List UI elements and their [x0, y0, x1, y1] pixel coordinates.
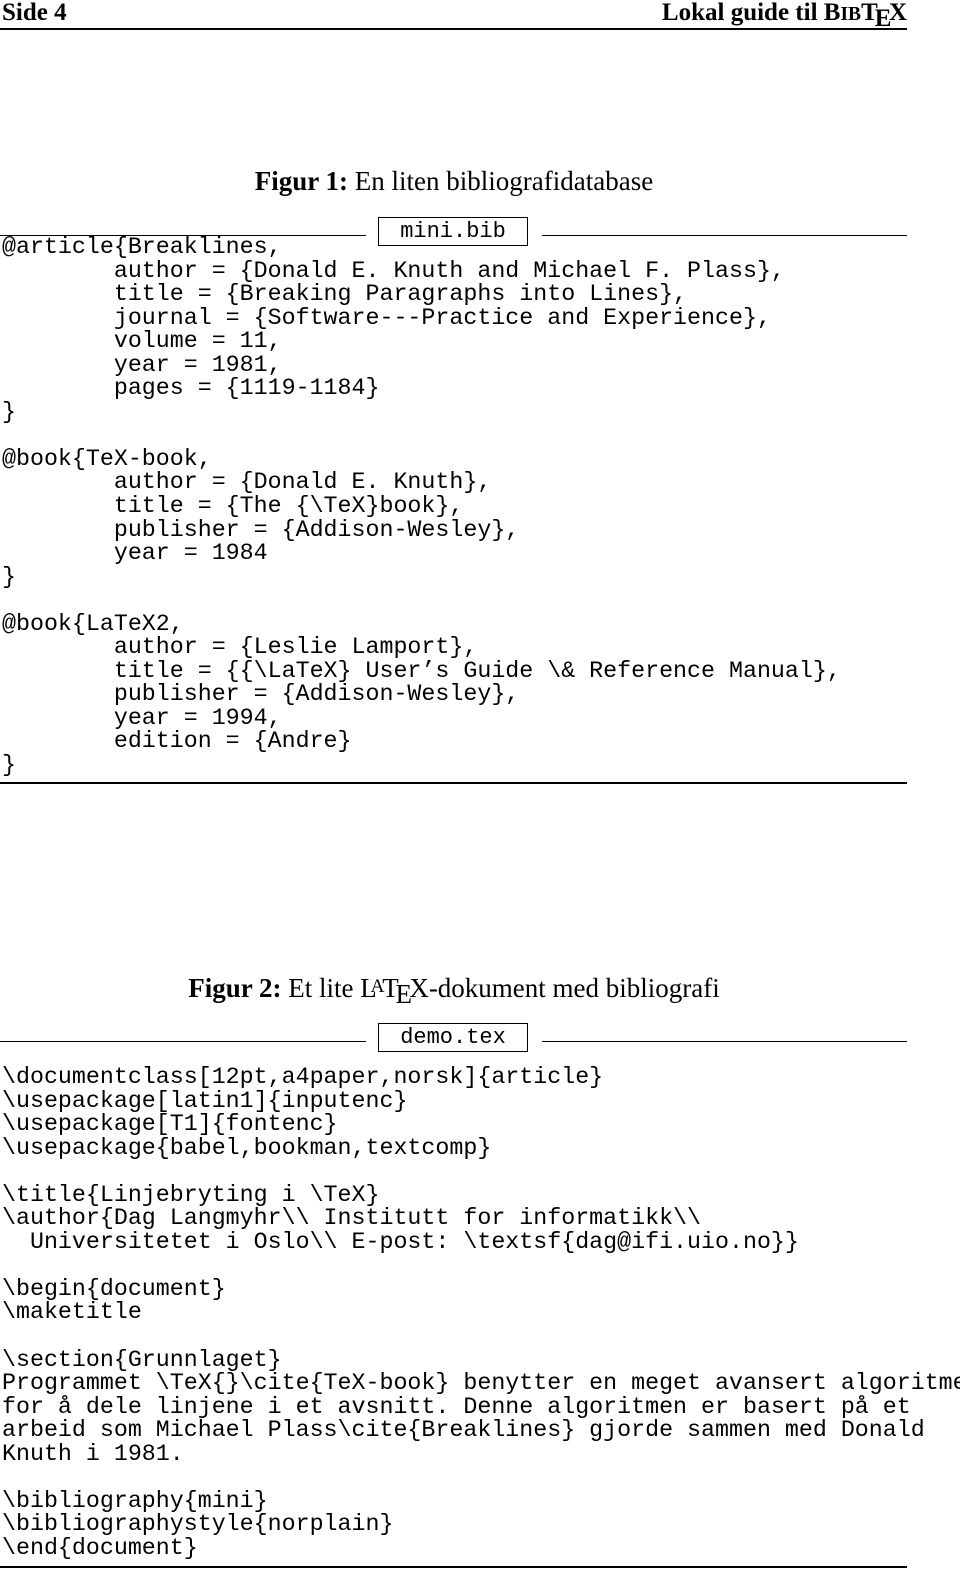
- code-line: @article{Breaklines,: [2, 234, 282, 260]
- figure2-bottom-rule: [0, 1566, 907, 1568]
- code-line: for å dele linjene i et avsnitt. Denne a…: [2, 1393, 911, 1420]
- code-line: \title{Linjebryting i \TeX}: [2, 1181, 380, 1208]
- code-line: author = {Donald E. Knuth},: [2, 469, 492, 496]
- figure2-label: Figur 2:: [188, 973, 282, 1003]
- figure1-bottom-rule: [0, 782, 907, 784]
- running-title: Lokal guide til BIBTEX: [661, 0, 907, 32]
- code-line: arbeid som Michael Plass\cite{Breaklines…: [2, 1417, 925, 1444]
- figure1-caption-text: En liten bibliografidatabase: [354, 166, 654, 196]
- code-line: publisher = {Addison-Wesley},: [2, 516, 520, 543]
- running-title-text: Lokal guide til: [661, 0, 824, 26]
- code-line: year = 1984: [2, 540, 268, 567]
- code-line: Programmet \TeX{}\cite{TeX-book} benytte…: [2, 1370, 960, 1397]
- bibtex-logo: BIBTEX: [823, 0, 907, 32]
- code-line: \section{Grunnlaget}: [2, 1346, 282, 1373]
- code-line: \bibliographystyle{norplain}: [2, 1511, 394, 1538]
- header-rule: [0, 28, 907, 30]
- code-line: \maketitle: [2, 1299, 142, 1326]
- figure2-code: \documentclass[12pt,a4paper,norsk]{artic…: [2, 1064, 960, 1561]
- code-line: title = {Breaking Paragraphs into Lines}…: [2, 281, 688, 308]
- code-line: year = 1994,: [2, 704, 282, 731]
- code-line: \usepackage[latin1]{inputenc}: [2, 1087, 408, 1114]
- code-line: \documentclass[12pt,a4paper,norsk]{artic…: [2, 1064, 604, 1090]
- figure1-code: @article{Breaklines, author = {Donald E.…: [2, 234, 841, 779]
- figure1-label: Figur 1:: [254, 166, 349, 196]
- code-line: pages = {1119-1184}: [2, 375, 380, 402]
- code-line: Knuth i 1981.: [2, 1440, 184, 1467]
- latex-logo: LATEX: [360, 973, 429, 1009]
- frame-rule-left: [0, 1041, 366, 1042]
- frame-rule-right: [542, 1041, 907, 1042]
- code-line: journal = {Software---Practice and Exper…: [2, 304, 771, 331]
- code-line: edition = {Andre}: [2, 728, 352, 755]
- code-line: \author{Dag Langmyhr\\ Institutt for inf…: [2, 1205, 702, 1232]
- code-line: @book{LaTeX2,: [2, 610, 184, 637]
- code-line: \bibliography{mini}: [2, 1487, 268, 1514]
- code-line: Universitetet i Oslo\\ E-post: \textsf{d…: [2, 1228, 799, 1255]
- code-line: \usepackage[T1]{fontenc}: [2, 1111, 338, 1138]
- page-number: Side 4: [2, 0, 67, 26]
- code-line: author = {Leslie Lamport},: [2, 634, 478, 661]
- code-line: title = {The {\TeX}book},: [2, 493, 464, 520]
- figure2-caption: Figur 2: Et lite LATEX-dokument med bibl…: [0, 972, 908, 1009]
- code-line: \begin{document}: [2, 1275, 226, 1302]
- figure2-caption-before: Et lite: [288, 973, 361, 1003]
- code-line: }: [2, 398, 16, 425]
- figure1-caption: Figur 1: En liten bibliografidatabase: [0, 165, 908, 197]
- code-line: author = {Donald E. Knuth and Michael F.…: [2, 257, 785, 284]
- figure2-caption-after: -dokument med bibliografi: [428, 973, 720, 1003]
- code-line: }: [2, 563, 16, 590]
- code-line: }: [2, 752, 16, 779]
- code-line: @book{TeX-book,: [2, 445, 212, 472]
- code-line: \usepackage{babel,bookman,textcomp}: [2, 1134, 492, 1161]
- code-line: volume = 11,: [2, 328, 282, 355]
- code-line: title = {{\LaTeX} User’s Guide \& Refere…: [2, 657, 841, 684]
- code-line: year = 1981,: [2, 351, 282, 378]
- figure2-filename: demo.tex: [378, 1023, 528, 1052]
- code-line: publisher = {Addison-Wesley},: [2, 681, 520, 708]
- code-line: \end{document}: [2, 1534, 198, 1561]
